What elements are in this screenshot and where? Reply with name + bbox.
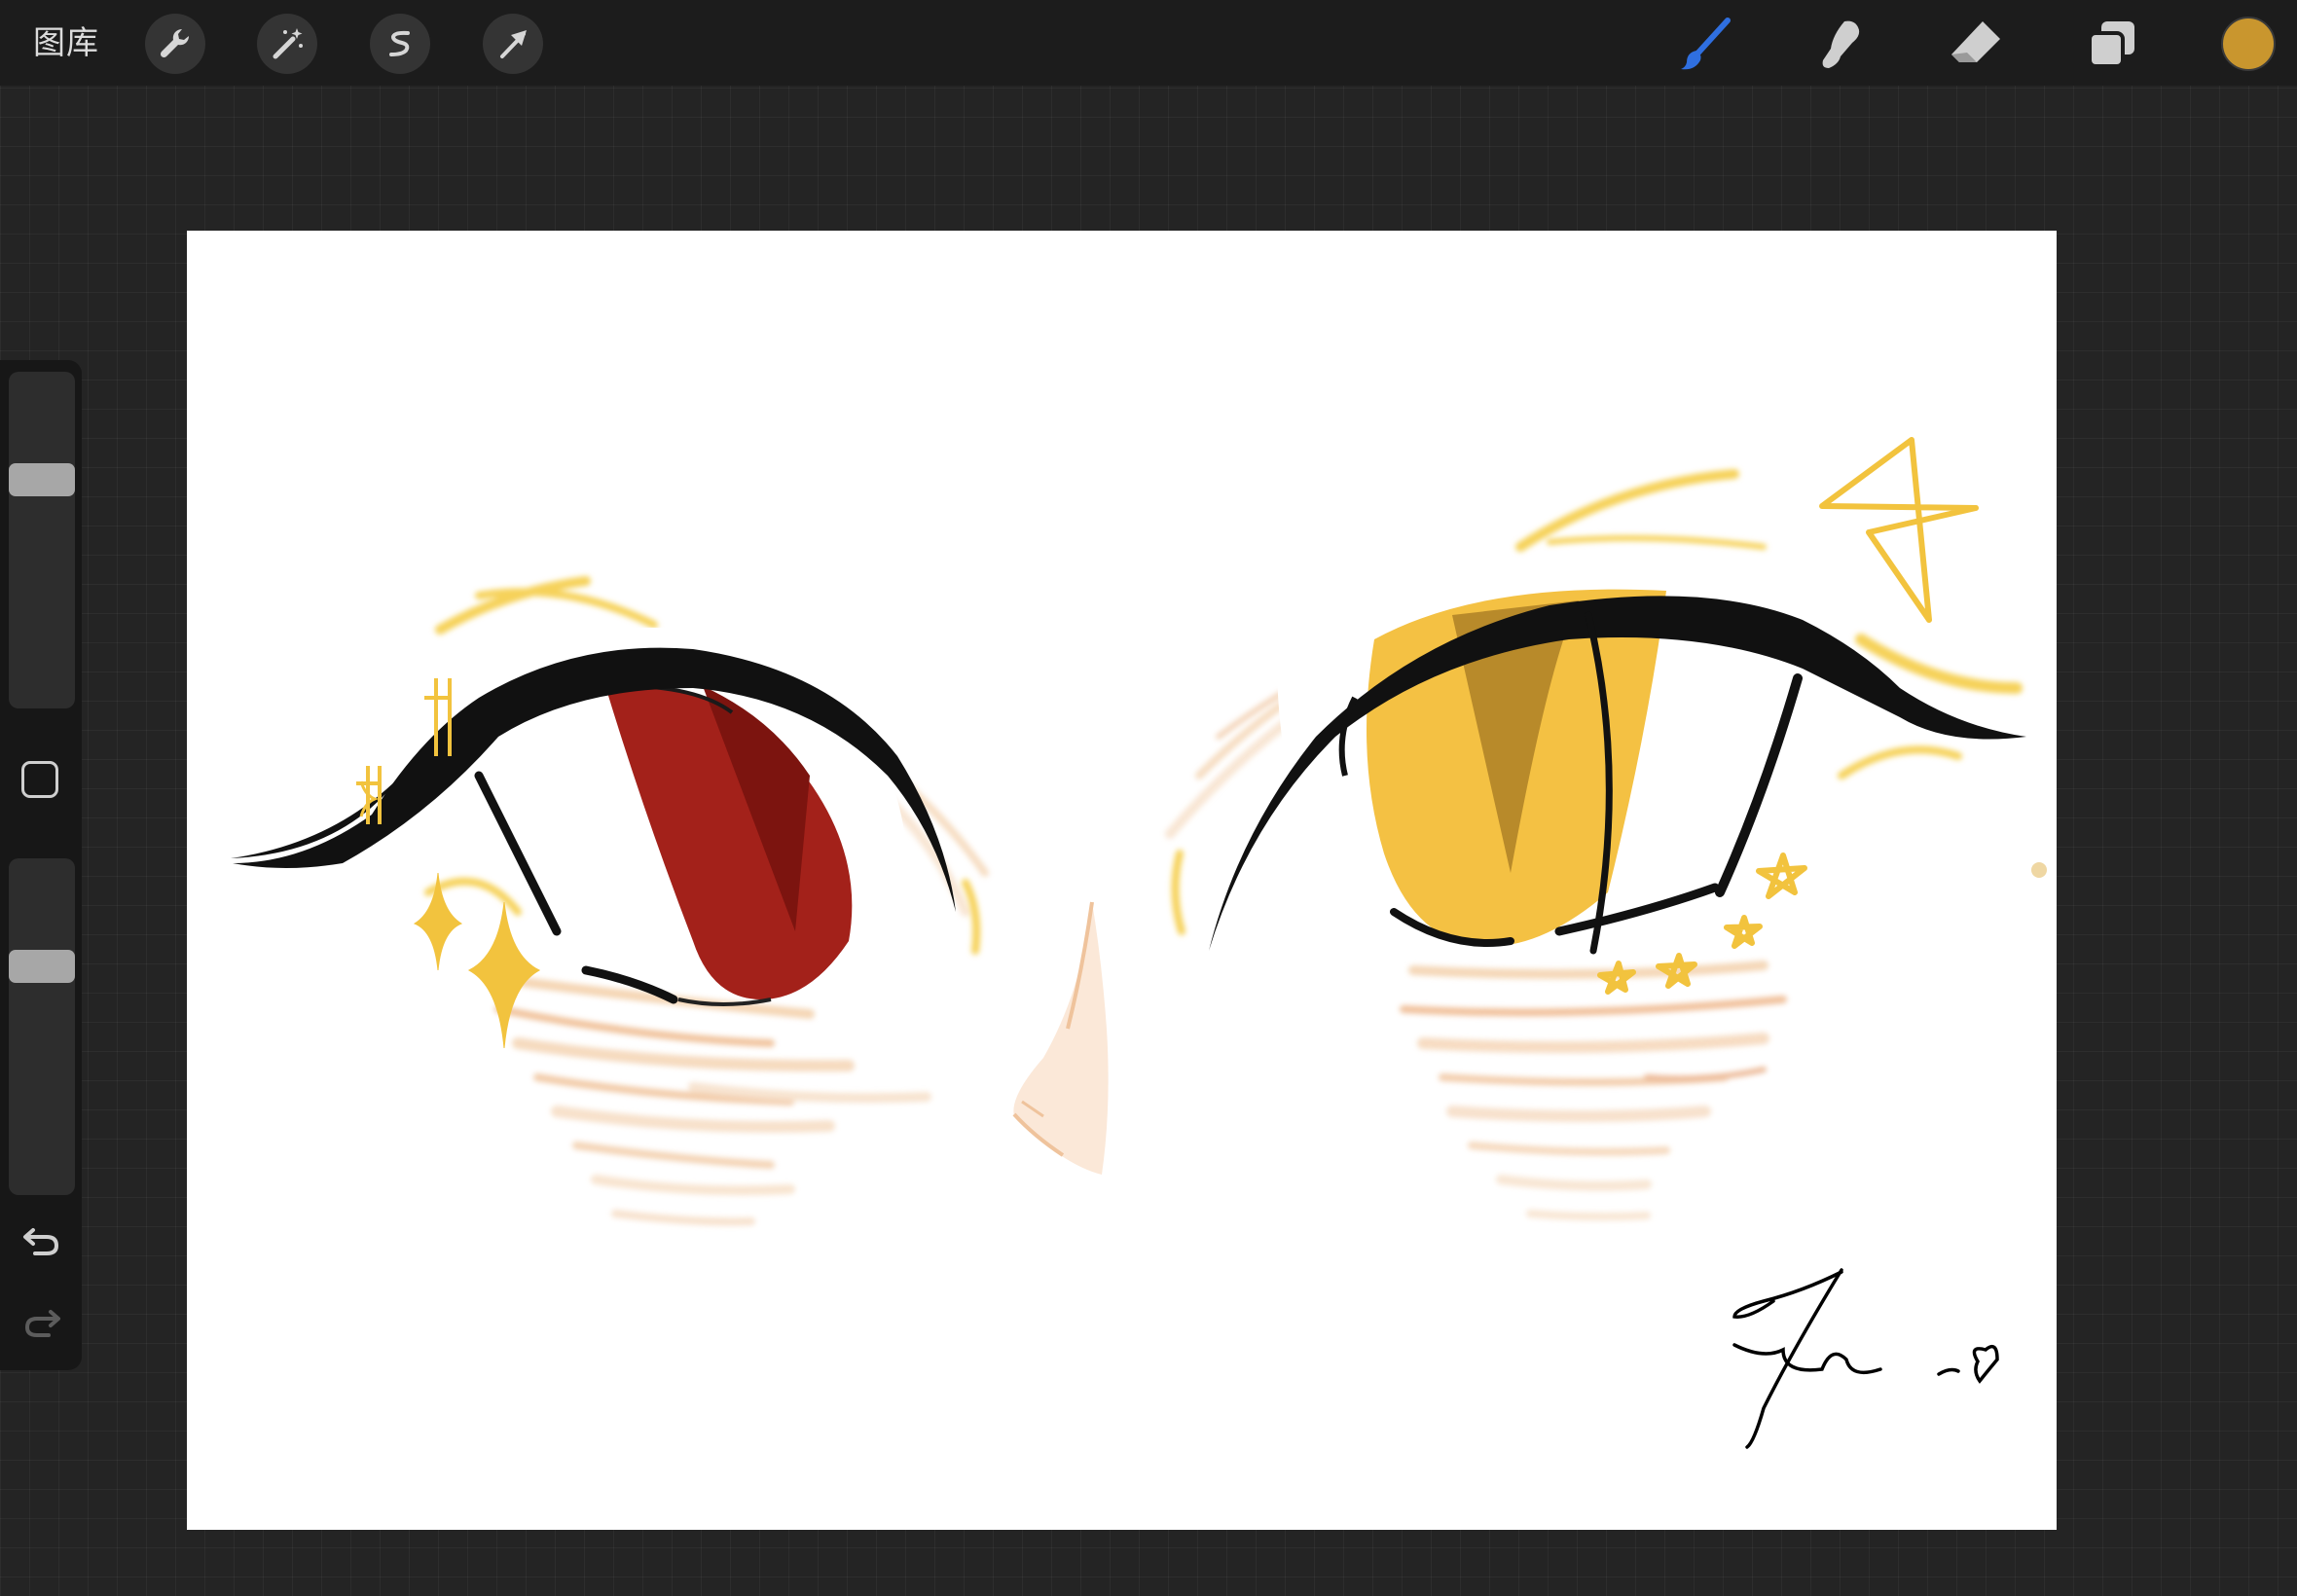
layers-icon (2088, 21, 2134, 68)
wrench-icon (160, 28, 190, 58)
brush-size-slider[interactable] (9, 372, 75, 708)
color-picker-button[interactable] (2221, 17, 2276, 71)
right-eye (1209, 589, 2026, 955)
brush-size-handle[interactable] (9, 463, 75, 496)
redo-icon[interactable] (19, 1300, 64, 1345)
smudge-tool[interactable] (1808, 14, 1871, 74)
left-eye (231, 627, 956, 1006)
gallery-button[interactable]: 图库 (33, 23, 99, 62)
left-sidebar (0, 360, 82, 1370)
drawing-canvas[interactable] (187, 231, 2057, 1530)
opacity-handle[interactable] (9, 950, 75, 983)
undo-icon[interactable] (19, 1218, 64, 1263)
smudge-icon (1822, 20, 1860, 69)
brush-tool[interactable] (1674, 14, 1736, 74)
layers-tool[interactable] (2081, 14, 2143, 74)
opacity-slider[interactable] (9, 858, 75, 1195)
adjustments-button[interactable] (257, 14, 317, 74)
brush-icon (1681, 18, 1731, 70)
selection-button[interactable] (370, 14, 430, 74)
actions-button[interactable] (145, 14, 205, 74)
modify-square-icon[interactable] (21, 761, 58, 798)
magic-wand-icon (273, 28, 303, 59)
nose (1012, 901, 1109, 1175)
transform-button[interactable] (483, 14, 543, 74)
eraser-icon (1951, 21, 2000, 62)
signature (1732, 1268, 1999, 1449)
selection-icon (389, 30, 410, 56)
transform-arrow-icon (500, 30, 527, 58)
left-cheek-blush (494, 975, 931, 1226)
artwork (231, 437, 2026, 1449)
top-toolbar: 图库 (0, 0, 2297, 86)
eraser-tool[interactable] (1945, 14, 2007, 74)
right-cheek-blush (1400, 961, 1787, 1221)
canvas-edge-dot (2031, 862, 2047, 878)
